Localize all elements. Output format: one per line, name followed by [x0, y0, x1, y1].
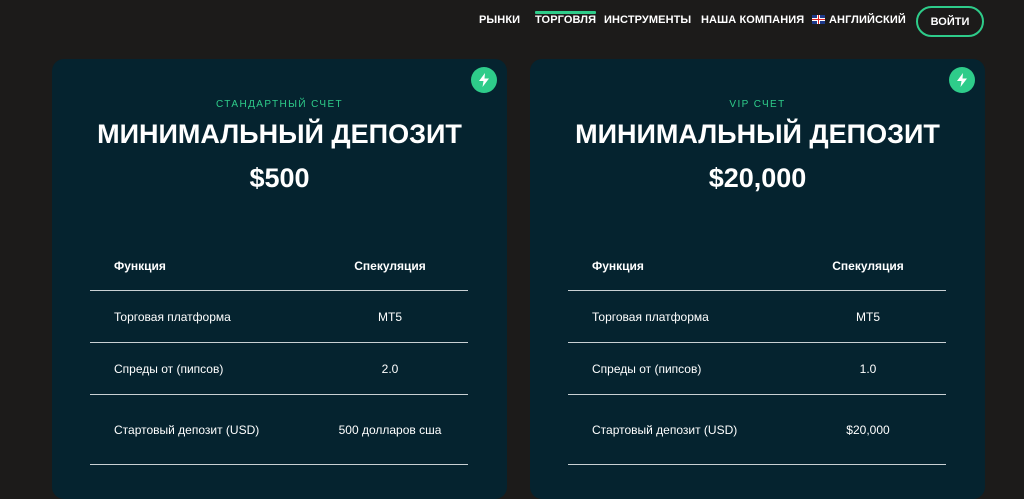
- card-title: МИНИМАЛЬНЫЙ ДЕПОЗИТ: [97, 119, 462, 149]
- card-title: МИНИМАЛЬНЫЙ ДЕПОЗИТ: [575, 119, 940, 149]
- row-label: Стартовый депозит (USD): [114, 422, 260, 437]
- row-label: Торговая платформа: [114, 309, 231, 324]
- account-type-label: VIP СЧЕТ: [729, 99, 786, 110]
- standard-account-card: СТАНДАРТНЫЙ СЧЕТ МИНИМАЛЬНЫЙ ДЕПОЗИТ $50…: [52, 59, 507, 499]
- row-label: Торговая платформа: [592, 309, 709, 324]
- table-header-row: Функция Спекуляция: [568, 241, 946, 291]
- top-navigation: РЫНКИ ТОРГОВЛЯ ИНСТРУМЕНТЫ НАША КОМПАНИЯ…: [0, 0, 1024, 44]
- row-label: Стартовый депозит (USD): [592, 422, 738, 437]
- table-header-row: Функция Спекуляция: [90, 241, 468, 291]
- nav-markets[interactable]: РЫНКИ: [479, 14, 520, 26]
- table-row: Спреды от (пипсов) 2.0: [90, 343, 468, 395]
- column-header-feature: Функция: [114, 258, 166, 273]
- row-value: $20,000: [846, 422, 890, 437]
- row-value: 1.0: [859, 361, 877, 376]
- table-row: Стартовый депозит (USD) $20,000: [568, 395, 946, 465]
- deposit-amount: $20,000: [708, 163, 807, 193]
- lightning-bolt-icon: [949, 67, 975, 93]
- features-table: Функция Спекуляция Торговая платформа MT…: [90, 241, 468, 465]
- column-header-speculation: Спекуляция: [832, 258, 904, 273]
- table-row: Стартовый депозит (USD) 500 долларов сша: [90, 395, 468, 465]
- nav-language-selector[interactable]: АНГЛИЙСКИЙ: [812, 14, 906, 26]
- nav-instruments[interactable]: ИНСТРУМЕНТЫ: [604, 14, 691, 26]
- language-label: АНГЛИЙСКИЙ: [829, 14, 906, 26]
- table-row: Спреды от (пипсов) 1.0: [568, 343, 946, 395]
- column-header-speculation: Спекуляция: [354, 258, 426, 273]
- vip-account-card: VIP СЧЕТ МИНИМАЛЬНЫЙ ДЕПОЗИТ $20,000 Фун…: [530, 59, 985, 499]
- table-row: Торговая платформа MT5: [568, 291, 946, 343]
- login-button[interactable]: ВОЙТИ: [916, 6, 984, 37]
- row-value: 2.0: [381, 361, 399, 376]
- features-table: Функция Спекуляция Торговая платформа MT…: [568, 241, 946, 465]
- lightning-bolt-icon: [471, 67, 497, 93]
- row-label: Спреды от (пипсов): [114, 361, 224, 376]
- nav-our-company[interactable]: НАША КОМПАНИЯ: [701, 14, 804, 26]
- table-row: Торговая платформа MT5: [90, 291, 468, 343]
- row-value: MT5: [856, 309, 880, 324]
- nav-trading[interactable]: ТОРГОВЛЯ: [535, 11, 597, 26]
- account-type-label: СТАНДАРТНЫЙ СЧЕТ: [215, 99, 344, 110]
- deposit-amount: $500: [249, 163, 310, 193]
- row-label: Спреды от (пипсов): [592, 361, 702, 376]
- row-value: MT5: [378, 309, 402, 324]
- row-value: 500 долларов сша: [338, 422, 442, 437]
- uk-flag-icon: [812, 15, 825, 24]
- column-header-feature: Функция: [592, 258, 644, 273]
